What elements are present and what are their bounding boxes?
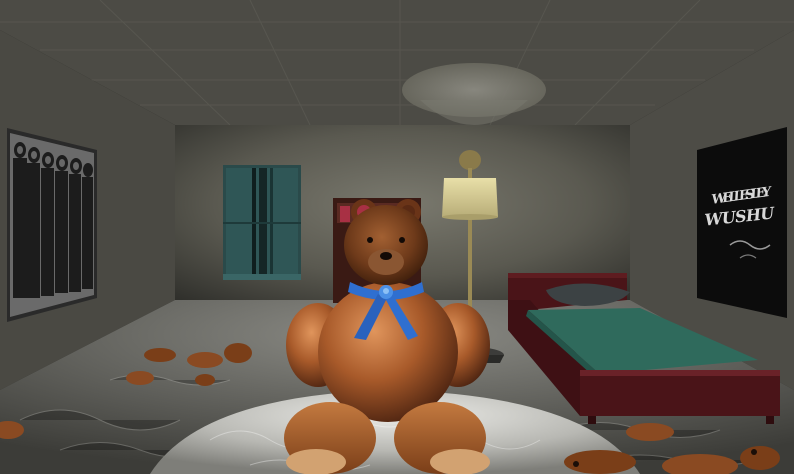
bear-left-eye [367, 237, 373, 243]
window[interactable] [223, 165, 301, 280]
bear-right-eye [399, 237, 405, 243]
wushu-poster: WELLESLEY WUSHU [697, 127, 787, 318]
band-poster [7, 128, 97, 322]
bear-nose [380, 252, 392, 260]
game-viewport[interactable]: WELLESLEY WUSHU [0, 0, 794, 474]
